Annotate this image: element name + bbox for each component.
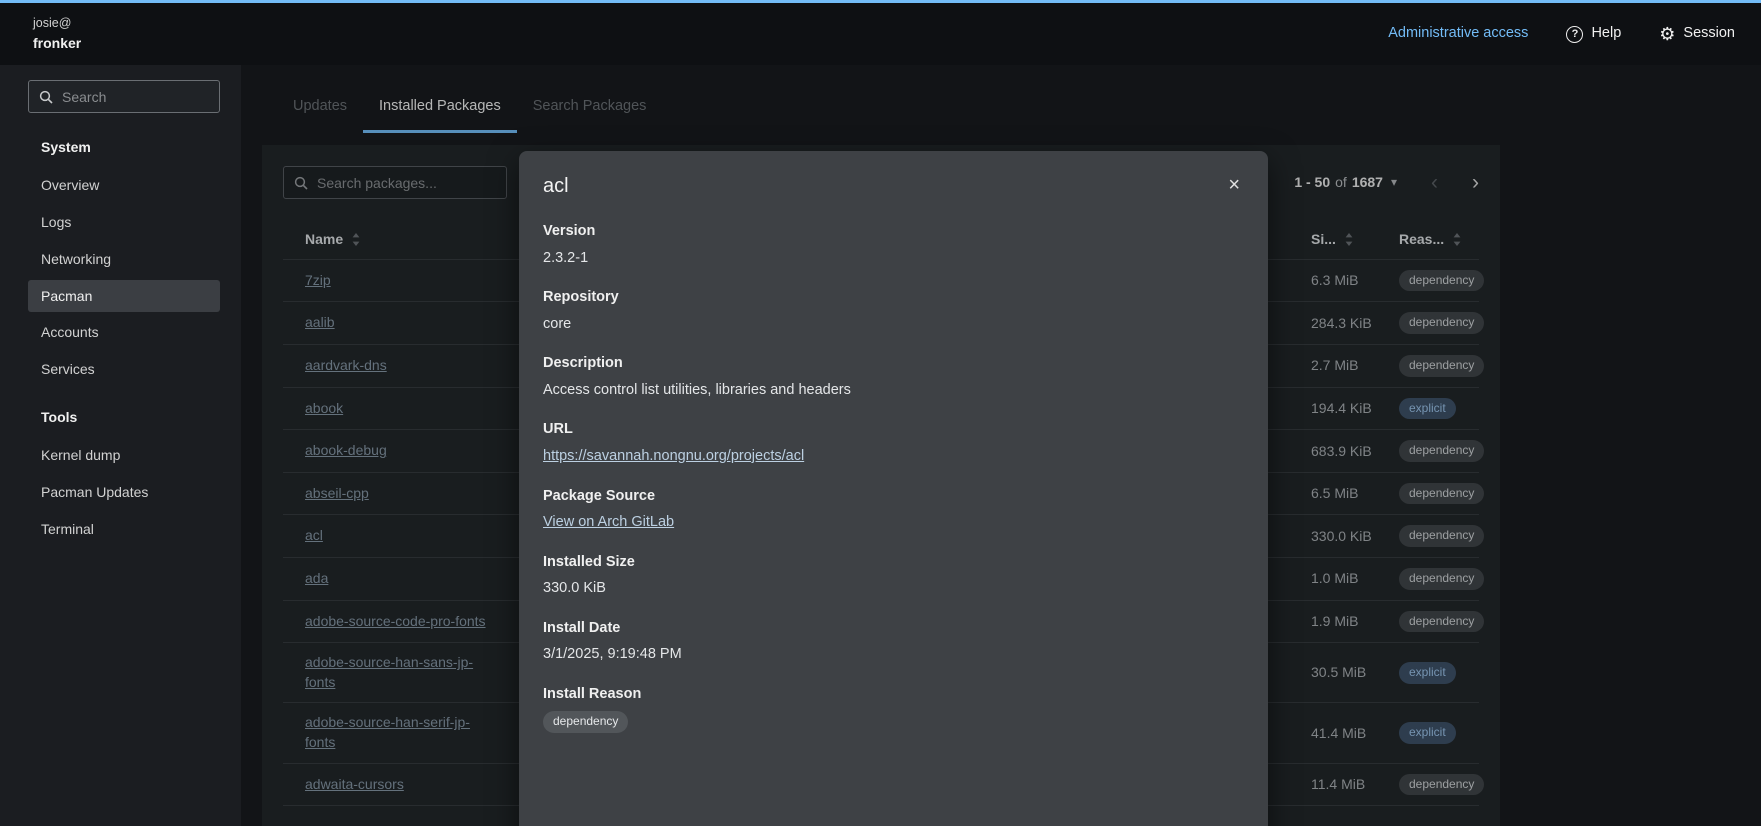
user-host-block[interactable]: josie@ fronker [33, 15, 81, 53]
field-label: Description [543, 354, 1244, 374]
modal-field-installed-size: Installed Size 330.0 KiB [543, 553, 1244, 599]
sidebar: SystemOverview Logs Networking PacmanAccoun… [0, 65, 241, 826]
modal-body: Version 2.3.2-1 Repository core Description A… [543, 222, 1244, 733]
package-detail-modal: acl × Version 2.3.2-1 Repository core Descri… [519, 151, 1268, 826]
reason-badge: dependency [543, 711, 628, 733]
masthead: josie@ fronker Administrative access ? H… [0, 3, 1761, 65]
field-value: dependency [543, 711, 1244, 733]
field-label: Version [543, 222, 1244, 242]
field-label: Package Source [543, 487, 1244, 507]
help-menu[interactable]: ? Help [1566, 24, 1621, 44]
modal-header: acl × [543, 173, 1244, 200]
nav-section-tools: Tools [0, 399, 241, 436]
modal-field-install-date: Install Date 3/1/2025, 9:19:48 PM [543, 619, 1244, 665]
field-value: View on Arch GitLab [543, 513, 1244, 533]
field-value: core [543, 315, 1244, 335]
gear-icon: ⚙ [1659, 25, 1675, 43]
modal-field-url: URL https://savannah.nongnu.org/projects/… [543, 420, 1244, 466]
nav-section-system: System [0, 129, 241, 166]
username: josie@ [33, 15, 81, 32]
field-link[interactable]: https://savannah.nongnu.org/projects/acl [543, 448, 804, 464]
modal-field-repository: Repository core [543, 288, 1244, 334]
modal-field-install-reason: Install Reason dependency [543, 685, 1244, 733]
sidebar-item-pacman[interactable]: Pacman [28, 280, 220, 313]
close-icon[interactable]: × [1224, 173, 1244, 197]
session-menu[interactable]: ⚙ Session [1659, 24, 1735, 44]
sidebar-item-networking[interactable]: Networking [28, 243, 220, 276]
field-link[interactable]: View on Arch GitLab [543, 514, 674, 530]
field-value: 2.3.2-1 [543, 249, 1244, 269]
session-label: Session [1683, 24, 1735, 44]
sidebar-item-pacman-updates[interactable]: Pacman Updates [28, 476, 220, 509]
field-label: URL [543, 420, 1244, 440]
sidebar-item-overview[interactable]: Overview [28, 169, 220, 202]
help-icon: ? [1566, 26, 1583, 43]
sidebar-item-accounts[interactable]: Accounts [28, 316, 220, 349]
field-label: Install Date [543, 619, 1244, 639]
sidebar-search-input[interactable] [62, 89, 209, 105]
field-value: Access control list utilities, libraries… [543, 381, 1244, 401]
field-value: 3/1/2025, 9:19:48 PM [543, 645, 1244, 665]
modal-field-package-source: Package Source View on Arch GitLab [543, 487, 1244, 533]
field-label: Installed Size [543, 553, 1244, 573]
sidebar-item-terminal[interactable]: Terminal [28, 513, 220, 546]
field-value: 330.0 KiB [543, 579, 1244, 599]
sidebar-search-box[interactable] [28, 80, 220, 113]
field-value: https://savannah.nongnu.org/projects/acl [543, 447, 1244, 467]
sidebar-nav: SystemOverview Logs Networking PacmanAccoun… [0, 129, 241, 546]
administrative-access-link[interactable]: Administrative access [1388, 24, 1528, 44]
search-icon [39, 90, 53, 104]
help-label: Help [1591, 24, 1621, 44]
sidebar-item-logs[interactable]: Logs [28, 206, 220, 239]
field-label: Repository [543, 288, 1244, 308]
modal-title: acl [543, 173, 569, 200]
field-label: Install Reason [543, 685, 1244, 705]
modal-field-description: Description Access control list utilities… [543, 354, 1244, 400]
sidebar-item-kernel-dump[interactable]: Kernel dump [28, 439, 220, 472]
modal-field-version: Version 2.3.2-1 [543, 222, 1244, 268]
sidebar-item-services[interactable]: Services [28, 353, 220, 386]
hostname: fronker [33, 34, 81, 53]
